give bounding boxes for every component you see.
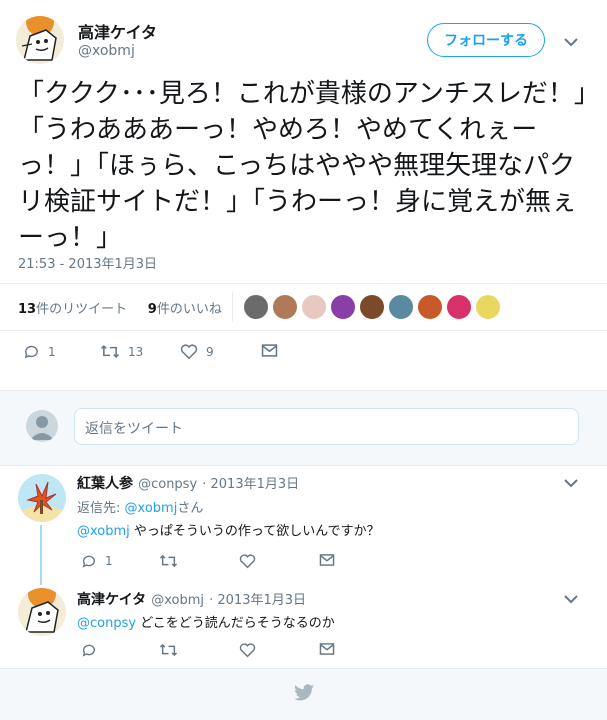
author-display-name[interactable]: 高津ケイタ xyxy=(78,19,157,43)
heart-icon xyxy=(239,642,256,658)
reply-1-display-name[interactable]: 紅葉人参 xyxy=(77,476,133,492)
like-stat[interactable]: 9件のいいね xyxy=(148,302,222,317)
liker-avatar[interactable] xyxy=(330,294,356,320)
reply-2-chevron-down-icon[interactable] xyxy=(563,591,579,607)
twitter-bird-icon xyxy=(293,683,315,706)
reply-2-retweet-action[interactable] xyxy=(159,642,178,658)
reply-1-header: 紅葉人参 @conpsy · 2013年1月3日 xyxy=(77,476,300,492)
liker-avatar[interactable] xyxy=(272,294,298,320)
reply-2-text: @conpsy どこをどう読んだらそうなるのか xyxy=(77,612,335,631)
retweet-stat[interactable]: 13件のリツイート xyxy=(18,302,127,317)
liker-avatar[interactable] xyxy=(301,294,327,320)
reply-2-display-name[interactable]: 高津ケイタ xyxy=(77,592,146,608)
reply-1-reply-count: 1 xyxy=(105,554,113,568)
reply-1-mention[interactable]: @xobmj xyxy=(77,524,130,539)
retweet-icon xyxy=(159,553,178,569)
retweet-icon xyxy=(159,642,178,658)
reply-2-dm-action[interactable] xyxy=(319,642,335,656)
author-handle[interactable]: @xobmj xyxy=(78,43,135,59)
tweet-timestamp[interactable]: 21:53 - 2013年1月3日 xyxy=(18,253,157,272)
reply-2-date[interactable]: 2013年1月3日 xyxy=(217,593,306,608)
reply-1-like-action[interactable] xyxy=(239,553,256,569)
reply-2-header: 高津ケイタ @xobmj · 2013年1月3日 xyxy=(77,592,307,608)
reply-icon xyxy=(23,343,40,360)
reply-action[interactable]: 1 xyxy=(23,343,56,360)
chevron-down-icon[interactable] xyxy=(563,34,579,50)
liker-avatars xyxy=(243,294,501,320)
retweet-icon xyxy=(100,343,120,360)
reply-2-handle[interactable]: @xobmj xyxy=(151,593,204,608)
thread-connector xyxy=(40,525,42,585)
reply-input[interactable]: 返信をツイート xyxy=(74,408,579,445)
heart-icon xyxy=(180,343,198,360)
heart-icon xyxy=(239,553,256,569)
reply-1-actions: 1 xyxy=(77,553,347,571)
reply-1-retweet-action[interactable] xyxy=(159,553,178,569)
liker-avatar[interactable] xyxy=(388,294,414,320)
reply-icon xyxy=(81,642,97,658)
mail-icon xyxy=(319,642,335,656)
follow-button[interactable]: フォローする xyxy=(427,23,545,57)
dm-action[interactable] xyxy=(261,343,278,358)
footer xyxy=(0,669,607,720)
engagement-stats: 13件のリツイート 9件のいいね xyxy=(18,298,222,317)
reply-2-reply-action[interactable] xyxy=(81,642,97,658)
like-count: 9 xyxy=(206,344,214,359)
replying-to-suffix: さん xyxy=(177,501,204,516)
stats-divider xyxy=(232,292,233,322)
reply-2-like-action[interactable] xyxy=(239,642,256,658)
reply-1-text: @xobmj やっぱそういうの作って欲しいんですか？ xyxy=(77,520,380,539)
liker-avatar[interactable] xyxy=(359,294,385,320)
mail-icon xyxy=(319,553,335,567)
reply-2-body: どこをどう読んだらそうなるのか xyxy=(136,616,335,631)
author-avatar[interactable] xyxy=(16,16,64,64)
liker-avatar[interactable] xyxy=(446,294,472,320)
current-user-avatar xyxy=(26,410,58,442)
reply-1-body: やっぱそういうの作って欲しいんですか？ xyxy=(129,524,380,539)
retweet-count: 13 xyxy=(128,344,144,359)
tweet-text: 「ククク･･･見ろ！これが貴様のアンチスレだ！」「うわあああーっ！やめろ！やめて… xyxy=(18,79,587,253)
replying-to-link[interactable]: @xobmj xyxy=(125,501,178,516)
reply-2-avatar[interactable] xyxy=(18,588,66,636)
reply-2-mention[interactable]: @conpsy xyxy=(77,616,136,631)
reply-1-dm-action[interactable] xyxy=(319,553,335,567)
reply-2-actions xyxy=(77,642,347,660)
reply-count: 1 xyxy=(48,344,56,359)
liker-avatar[interactable] xyxy=(417,294,443,320)
like-action[interactable]: 9 xyxy=(180,343,214,360)
reply-1-reply-action[interactable]: 1 xyxy=(81,553,113,569)
reply-1-date[interactable]: 2013年1月3日 xyxy=(211,477,300,492)
liker-avatar[interactable] xyxy=(243,294,269,320)
liker-avatar[interactable] xyxy=(475,294,501,320)
reply-icon xyxy=(81,553,97,569)
replying-to-prefix: 返信先: xyxy=(77,501,121,516)
mail-icon xyxy=(261,343,278,358)
reply-1-handle[interactable]: @conpsy xyxy=(138,477,197,492)
retweet-action[interactable]: 13 xyxy=(100,343,143,360)
reply-1-avatar[interactable] xyxy=(18,474,66,522)
reply-1-replying-to: 返信先: @xobmjさん xyxy=(77,497,203,516)
reply-1-chevron-down-icon[interactable] xyxy=(563,475,579,491)
